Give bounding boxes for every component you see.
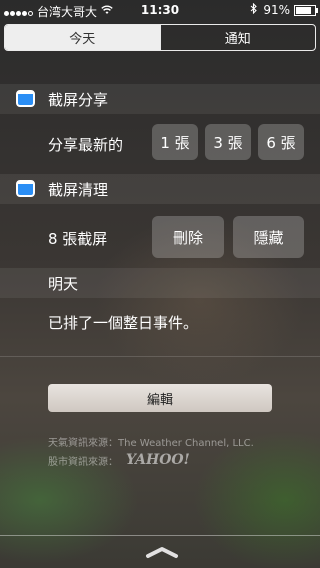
share-3-button[interactable]: 3 張 xyxy=(205,124,251,160)
battery-icon xyxy=(294,4,318,16)
tomorrow-title: 明天 xyxy=(48,275,79,293)
edit-button[interactable]: 編輯 xyxy=(48,384,272,412)
stocks-attribution-label: 股市資訊來源： xyxy=(48,456,118,468)
widget-header-screenshot-share[interactable]: 截屏分享 xyxy=(0,84,320,114)
bluetooth-icon xyxy=(250,2,258,17)
weather-attribution[interactable]: 天氣資訊來源：The Weather Channel, LLC. xyxy=(48,434,254,449)
screenshot-count-label: 8 張截屏 xyxy=(48,230,108,248)
hide-button[interactable]: 隱藏 xyxy=(233,216,304,258)
share-latest-label: 分享最新的 xyxy=(48,136,124,154)
widget-header-screenshot-cleanup[interactable]: 截屏清理 xyxy=(0,174,320,204)
segmented-control: 今天 通知 xyxy=(4,24,316,51)
delete-button[interactable]: 刪除 xyxy=(152,216,224,258)
yahoo-logo[interactable]: YAHOO! xyxy=(126,452,190,468)
battery-fill xyxy=(296,6,311,14)
stocks-attribution: 股市資訊來源： YAHOO! xyxy=(48,452,190,468)
battery-percent: 91% xyxy=(263,3,290,17)
share-1-button[interactable]: 1 張 xyxy=(152,124,198,160)
chevron-up-icon[interactable] xyxy=(145,544,179,558)
screenshot-app-icon xyxy=(16,90,35,107)
share-6-button[interactable]: 6 張 xyxy=(258,124,304,160)
bottom-divider xyxy=(0,535,320,536)
tab-today[interactable]: 今天 xyxy=(5,25,160,50)
screenshot-app-icon xyxy=(16,180,35,197)
section-divider xyxy=(0,356,320,357)
tomorrow-header: 明天 xyxy=(0,268,320,298)
widget-title: 截屏清理 xyxy=(48,181,109,199)
tab-notifications[interactable]: 通知 xyxy=(159,25,316,50)
status-bar: 台湾大哥大 11:30 91% xyxy=(0,0,320,20)
widget-title: 截屏分享 xyxy=(48,91,109,109)
tomorrow-summary[interactable]: 已排了一個整日事件。 xyxy=(48,312,198,333)
